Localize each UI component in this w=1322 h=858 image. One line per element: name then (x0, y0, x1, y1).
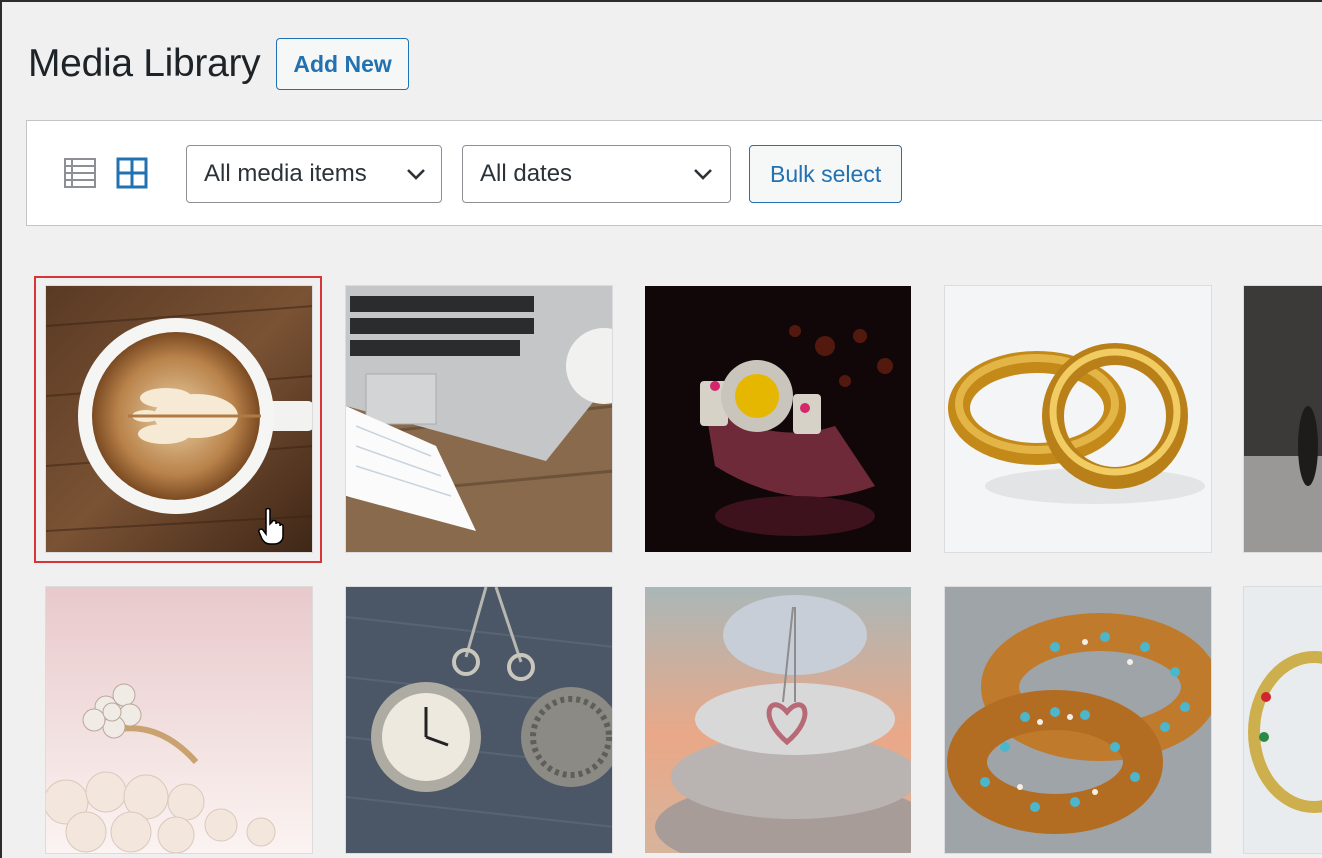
wedding-rings-thumbnail (945, 286, 1211, 552)
jeweled-watch-thumbnail (645, 286, 911, 552)
grid-view-button[interactable] (115, 156, 149, 190)
media-item-bangles[interactable] (944, 586, 1212, 854)
pocket-watches-thumbnail (346, 587, 612, 853)
media-item-jeweled-watch[interactable] (644, 285, 912, 553)
date-filter[interactable]: All dates (462, 145, 731, 203)
media-type-filter-value: All media items (204, 160, 367, 187)
grid-icon (116, 157, 148, 189)
chevron-down-icon (407, 169, 425, 180)
media-item-wedding-rings[interactable] (944, 285, 1212, 553)
partial-thumbnail (1244, 587, 1322, 853)
flower-ring-thumbnail (46, 587, 312, 853)
media-item-partial-1[interactable] (1243, 285, 1322, 553)
title-row: Media Library Add New (28, 36, 409, 92)
bangles-thumbnail (945, 587, 1211, 853)
heart-pendant-thumbnail (645, 587, 911, 853)
partial-thumbnail (1244, 286, 1322, 552)
add-new-button[interactable]: Add New (276, 38, 409, 90)
media-item-flower-ring[interactable] (45, 586, 313, 854)
view-switch (63, 156, 149, 190)
laptop-thumbnail (346, 286, 612, 552)
chevron-down-icon (694, 169, 712, 180)
media-item-pocket-watches[interactable] (345, 586, 613, 854)
bulk-select-button[interactable]: Bulk select (749, 145, 903, 203)
media-item-laptop[interactable] (345, 285, 613, 553)
date-filter-value: All dates (480, 160, 573, 187)
hand-pointer-icon (258, 508, 284, 545)
media-item-heart-pendant[interactable] (644, 586, 912, 854)
list-icon (64, 158, 96, 188)
page-title: Media Library (28, 42, 261, 85)
media-toolbar: All media items All dates Bulk select (26, 120, 1322, 226)
list-view-button[interactable] (63, 156, 97, 190)
media-item-partial-2[interactable] (1243, 586, 1322, 854)
media-type-filter[interactable]: All media items (186, 145, 442, 203)
